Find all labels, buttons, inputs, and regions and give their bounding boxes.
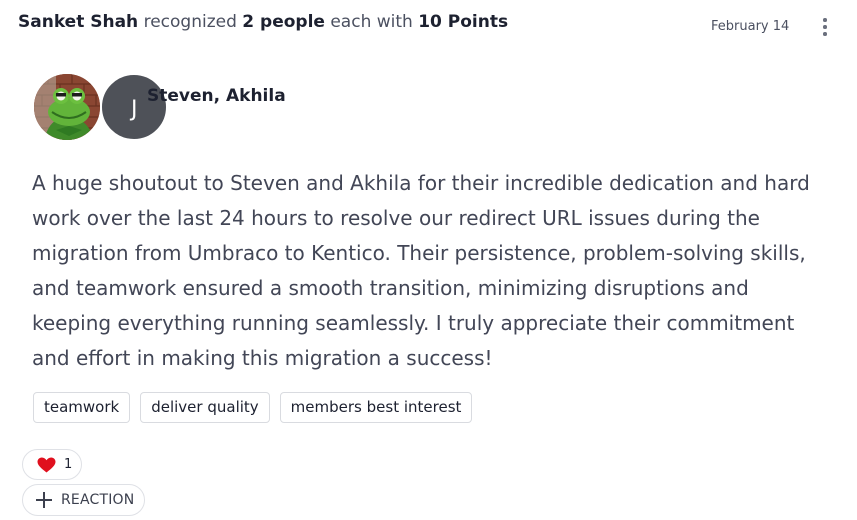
plus-icon <box>36 492 52 508</box>
avatar <box>32 72 102 142</box>
avatar-initial: J <box>100 73 168 141</box>
heart-reaction-button[interactable]: 1 <box>22 449 82 480</box>
recipient-avatars[interactable]: J <box>32 72 168 142</box>
tag-teamwork[interactable]: teamwork <box>33 392 131 423</box>
recognition-message: A huge shoutout to Steven and Akhila for… <box>32 171 810 370</box>
tag-deliver-quality[interactable]: deliver quality <box>140 392 270 423</box>
add-reaction-label: REACTION <box>61 492 135 508</box>
heart-reaction-count: 1 <box>64 457 73 472</box>
heart-icon <box>37 457 56 472</box>
avatar-initial-letter: J <box>131 97 138 122</box>
add-reaction-button[interactable]: REACTION <box>22 484 146 516</box>
recipient-names[interactable]: Steven, Akhila <box>147 86 286 106</box>
recognition-header: Sanket Shah recognized 2 people each wit… <box>18 11 508 33</box>
recognized-verb: recognized <box>143 12 237 32</box>
points-value: 10 Points <box>418 12 509 32</box>
more-vertical-icon[interactable] <box>819 17 831 37</box>
people-count: 2 people <box>242 12 325 32</box>
tag-members-best-interest[interactable]: members best interest <box>279 392 473 423</box>
giver-name[interactable]: Sanket Shah <box>18 12 138 32</box>
post-date: February 14 <box>711 19 790 34</box>
value-tags: teamwork deliver quality members best in… <box>33 392 473 423</box>
each-with-text: each with <box>330 12 413 32</box>
